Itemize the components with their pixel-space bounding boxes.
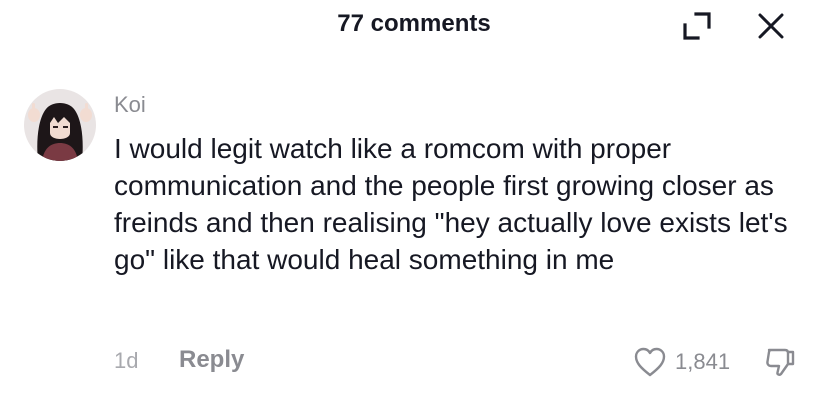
- comment-meta-row: 1d Reply 1,841: [0, 340, 828, 384]
- like-count: 1,841: [675, 349, 731, 374]
- avatar[interactable]: [24, 89, 96, 161]
- comment-username[interactable]: Koi: [114, 92, 146, 118]
- user-avatar-image: [24, 89, 96, 161]
- like-button[interactable]: 1,841: [633, 344, 730, 380]
- thumbs-down-icon: [766, 348, 795, 376]
- comment-timestamp: 1d: [114, 348, 139, 373]
- reply-button[interactable]: Reply: [179, 346, 244, 374]
- comment-item: Koi I would legit watch like a romcom wi…: [0, 0, 828, 409]
- dislike-button[interactable]: [760, 344, 800, 380]
- heart-icon: [634, 347, 666, 377]
- comment-body: I would legit watch like a romcom with p…: [114, 133, 788, 275]
